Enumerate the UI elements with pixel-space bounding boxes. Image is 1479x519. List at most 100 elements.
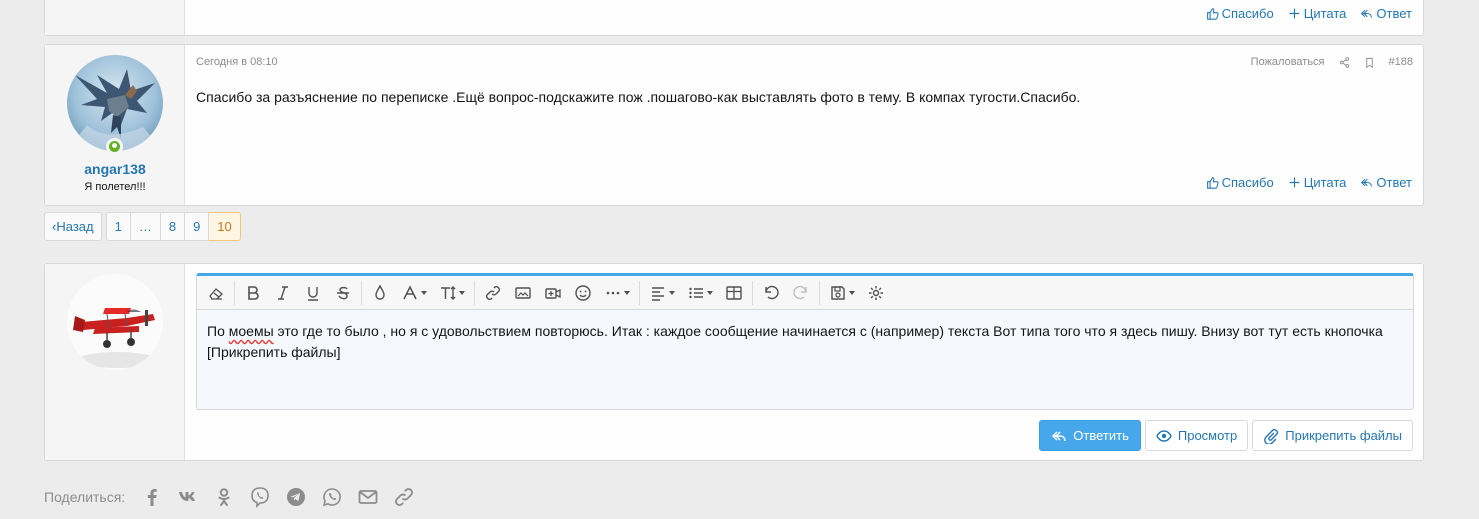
undo-icon [765,285,779,299]
avatar[interactable] [67,55,163,151]
attach-files-label: Прикрепить файлы [1285,428,1402,443]
insert-link-button[interactable] [478,280,508,306]
page-link[interactable]: 1 [105,212,131,241]
insert-table-button[interactable] [719,280,749,306]
more-options-dropdown[interactable] [598,280,636,306]
quote-label: Цитата [1303,175,1347,190]
like-button[interactable]: Спасибо [1206,6,1274,21]
page-jump[interactable]: … [130,212,161,241]
page-link[interactable]: 9 [185,212,210,241]
table-icon [726,285,742,300]
paperclip-icon [1264,428,1279,444]
bold-icon [248,285,259,300]
toolbar-separator [639,280,640,305]
like-label: Спасибо [1221,175,1274,190]
redo-icon [793,285,807,299]
editor-content[interactable]: По моемы это где то было , но я с удовол… [197,310,1413,374]
share-icon[interactable] [1339,56,1350,68]
thumbs-up-icon [1206,177,1219,189]
post-number[interactable]: #188 [1389,56,1413,68]
gear-icon [869,285,883,300]
reply-label: Ответ [1376,175,1412,190]
font-size-dropdown[interactable] [433,280,471,306]
message-editor: По моемы это где то было , но я с удовол… [196,273,1414,410]
user-column [45,0,185,35]
toolbar-separator [752,280,753,305]
quote-label: Цитата [1303,6,1347,21]
reply-icon [1361,9,1373,18]
font-family-dropdown[interactable] [395,280,433,306]
smiley-icon [575,284,591,301]
editor-text-start: По [207,323,229,339]
eraser-icon [209,287,223,300]
avatar[interactable] [67,274,163,370]
online-status-indicator [106,138,123,155]
quote-button[interactable]: Цитата [1288,6,1347,21]
list-icon [689,287,703,298]
reply-icon [1361,178,1373,187]
vk-icon[interactable] [177,486,199,508]
toolbar-settings-button[interactable] [861,280,891,306]
post: angar138 Я полетел!!! Сегодня в 08:10 По… [44,44,1424,206]
facebook-icon[interactable] [141,486,163,508]
odnoklassniki-icon[interactable] [213,486,235,508]
page-link[interactable]: 8 [160,212,186,241]
share-bar: Поделиться: [44,486,415,508]
reply-icon [1052,431,1066,441]
bookmark-icon[interactable] [1364,57,1375,68]
previous-post: Спасибо Цитата Ответ [44,0,1424,36]
whatsapp-icon[interactable] [321,486,343,508]
submit-reply-button[interactable]: Ответить [1039,420,1141,451]
font-icon [403,284,417,299]
current-page[interactable]: 10 [209,212,241,241]
undo-button[interactable] [756,280,786,306]
bold-button[interactable] [238,280,268,306]
align-dropdown[interactable] [643,280,681,306]
reply-label: Ответ [1376,6,1412,21]
reply-button[interactable]: Ответ [1360,175,1412,190]
quote-button[interactable]: Цитата [1288,175,1347,190]
post-body: Спасибо за разъяснение по переписке .Ещё… [196,89,1081,105]
redo-button[interactable] [786,280,816,306]
insert-media-button[interactable] [538,280,568,306]
eye-icon [1156,429,1172,442]
preview-label: Просмотр [1177,428,1238,443]
plus-icon [1289,177,1300,188]
toolbar-separator [819,280,820,305]
text-color-button[interactable] [365,280,395,306]
drafts-dropdown[interactable] [823,280,861,306]
insert-smilie-button[interactable] [568,280,598,306]
clear-formatting-button[interactable] [201,280,231,306]
reply-button[interactable]: Ответ [1360,6,1412,21]
telegram-icon[interactable] [285,486,307,508]
airplane-avatar-image [67,274,163,370]
italic-button[interactable] [268,280,298,306]
preview-button[interactable]: Просмотр [1144,420,1249,451]
video-icon [545,287,561,299]
text-size-icon [441,285,456,300]
toolbar-separator [234,280,235,305]
underline-button[interactable] [298,280,328,306]
attach-files-button[interactable]: Прикрепить файлы [1252,420,1413,451]
strikethrough-button[interactable] [328,280,358,306]
insert-image-button[interactable] [508,280,538,306]
post-date[interactable]: Сегодня в 08:10 [196,56,278,68]
email-icon[interactable] [357,486,379,508]
link-icon[interactable] [393,486,415,508]
viber-icon[interactable] [249,486,271,508]
like-label: Спасибо [1221,6,1274,21]
strikethrough-icon [337,286,349,299]
post-actions: Спасибо Цитата Ответ [1206,175,1412,190]
like-button[interactable]: Спасибо [1206,175,1274,190]
user-column [45,264,185,460]
reply-buttons: Ответить Просмотр Прикрепить файлы [1039,420,1413,451]
username[interactable]: angar138 [45,161,185,177]
thumbs-up-icon [1206,8,1219,20]
prev-page-button[interactable]: ‹Назад [44,212,102,241]
underline-icon [308,286,318,301]
list-dropdown[interactable] [681,280,719,306]
report-link[interactable]: Пожаловаться [1251,56,1325,68]
pagination: ‹Назад 1 … 8 9 10 [44,212,241,241]
editor-text-rest: это где то было , но я с удовольствием п… [207,323,1383,360]
submit-reply-label: Ответить [1073,428,1129,443]
